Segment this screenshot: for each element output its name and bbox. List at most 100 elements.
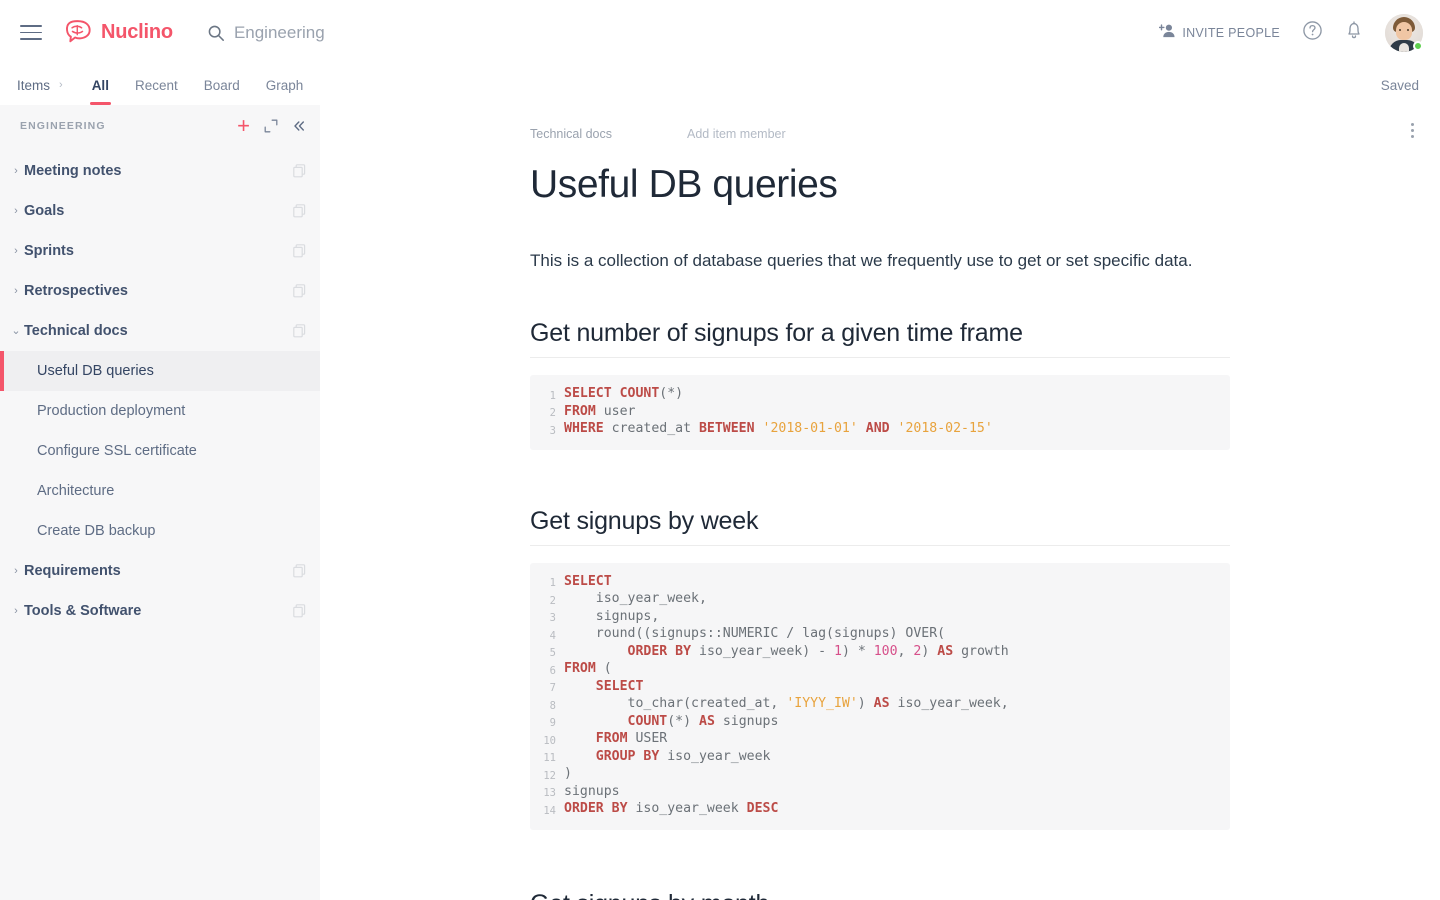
sidebar: ENGINEERING + ›Meeting notes ›Goals ›Spr… — [0, 105, 320, 900]
hamburger-menu-icon[interactable] — [20, 25, 42, 40]
tab-board[interactable]: Board — [191, 66, 253, 105]
sidebar-item-create-db-backup[interactable]: Create DB backup — [0, 511, 320, 551]
invite-people-button[interactable]: INVITE PEOPLE — [1159, 23, 1280, 43]
pages-icon[interactable] — [293, 564, 306, 578]
workspace-title: ENGINEERING — [20, 120, 106, 132]
notifications-button[interactable] — [1345, 20, 1363, 45]
code-line-text: COUNT(*) AS signups — [564, 714, 778, 732]
help-button[interactable] — [1302, 20, 1323, 46]
expand-icon[interactable] — [264, 119, 278, 133]
pages-icon[interactable] — [293, 204, 306, 218]
code-line-number: 9 — [530, 714, 564, 732]
app-logo[interactable]: Nuclino — [64, 20, 173, 46]
code-block[interactable]: 1SELECT COUNT(*)2FROM user3WHERE created… — [530, 375, 1230, 450]
tab-all-label: All — [92, 78, 109, 93]
sidebar-group-technical-docs[interactable]: ⌄Technical docs — [0, 311, 320, 351]
sidebar-group-label: Goals — [24, 203, 64, 219]
section-heading: Get signups by month — [530, 890, 1230, 900]
sidebar-group-meeting-notes[interactable]: ›Meeting notes — [0, 151, 320, 191]
sidebar-item-configure-ssl-certificate[interactable]: Configure SSL certificate — [0, 431, 320, 471]
tab-recent-label: Recent — [135, 78, 178, 93]
code-block[interactable]: 1SELECT2 iso_year_week,3 signups,4 round… — [530, 563, 1230, 830]
code-line-number: 11 — [530, 749, 564, 767]
chevron-right-icon[interactable]: › — [8, 606, 24, 617]
breadcrumb-items[interactable]: Items › — [17, 78, 63, 93]
code-line-number: 7 — [530, 679, 564, 697]
pages-icon[interactable] — [293, 324, 306, 338]
sidebar-group-label: Requirements — [24, 563, 121, 579]
code-line-text: to_char(created_at, 'IYYY_IW') AS iso_ye… — [564, 696, 1009, 714]
search-input-value[interactable]: Engineering — [234, 23, 325, 43]
document-sections: Get number of signups for a given time f… — [320, 319, 1440, 900]
code-line-number: 1 — [530, 574, 564, 592]
code-line: 8 to_char(created_at, 'IYYY_IW') AS iso_… — [530, 696, 1230, 714]
code-line-text: FROM USER — [564, 731, 667, 749]
more-vertical-icon[interactable] — [1407, 119, 1418, 142]
sidebar-group-label: Sprints — [24, 243, 74, 259]
tab-graph-label: Graph — [266, 78, 304, 93]
sidebar-group-retrospectives[interactable]: ›Retrospectives — [0, 271, 320, 311]
sidebar-item-architecture[interactable]: Architecture — [0, 471, 320, 511]
question-circle-icon — [1302, 20, 1323, 46]
plus-icon[interactable]: + — [237, 115, 250, 137]
code-line: 3WHERE created_at BETWEEN '2018-01-01' A… — [530, 421, 1230, 439]
sidebar-item-production-deployment[interactable]: Production deployment — [0, 391, 320, 431]
page-title: Useful DB queries — [320, 163, 1440, 208]
chevron-right-icon[interactable]: › — [8, 166, 24, 177]
sidebar-group-label: Meeting notes — [24, 163, 121, 179]
sidebar-item-label: Production deployment — [37, 403, 185, 419]
pages-icon[interactable] — [293, 604, 306, 618]
tab-recent[interactable]: Recent — [122, 66, 191, 105]
chevron-right-icon: › — [59, 79, 63, 91]
code-line: 6FROM ( — [530, 661, 1230, 679]
chevron-right-icon[interactable]: › — [8, 286, 24, 297]
add-person-icon — [1159, 23, 1176, 43]
document-meta: Technical docs Add item member — [320, 123, 1440, 145]
code-line-number: 5 — [530, 644, 564, 662]
sidebar-tree: ›Meeting notes ›Goals ›Sprints ›Retrospe… — [0, 147, 320, 631]
code-line-number: 2 — [530, 404, 564, 422]
code-line-text: iso_year_week, — [564, 591, 707, 609]
chevron-right-icon[interactable]: › — [8, 206, 24, 217]
top-bar: Nuclino Engineering INVITE PEOPLE — [0, 0, 1440, 65]
user-avatar-button[interactable] — [1385, 14, 1423, 52]
sidebar-item-label: Architecture — [37, 483, 114, 499]
pages-icon[interactable] — [293, 244, 306, 258]
code-line-text: FROM ( — [564, 661, 612, 679]
sidebar-group-requirements[interactable]: ›Requirements — [0, 551, 320, 591]
sidebar-actions: + — [237, 115, 306, 137]
sidebar-group-sprints[interactable]: ›Sprints — [0, 231, 320, 271]
code-line-text: signups — [564, 784, 620, 802]
tab-graph[interactable]: Graph — [253, 66, 317, 105]
sidebar-group-goals[interactable]: ›Goals — [0, 191, 320, 231]
sidebar-group-tools-software[interactable]: ›Tools & Software — [0, 591, 320, 631]
document-breadcrumb[interactable]: Technical docs — [530, 127, 612, 141]
tab-board-label: Board — [204, 78, 240, 93]
add-item-member-button[interactable]: Add item member — [687, 127, 786, 141]
code-line-text: WHERE created_at BETWEEN '2018-01-01' AN… — [564, 421, 993, 439]
collapse-sidebar-icon[interactable] — [292, 119, 306, 133]
invite-people-label: INVITE PEOPLE — [1182, 26, 1280, 40]
chevron-down-icon[interactable]: ⌄ — [8, 326, 24, 337]
main-content: Technical docs Add item member Useful DB… — [320, 105, 1440, 900]
tab-all[interactable]: All — [79, 66, 122, 105]
chevron-right-icon[interactable]: › — [8, 246, 24, 257]
pages-icon[interactable] — [293, 164, 306, 178]
code-line-number: 10 — [530, 731, 564, 749]
nuclino-brain-icon — [64, 20, 94, 46]
section-heading: Get signups by week — [530, 507, 1230, 546]
search-box[interactable]: Engineering — [207, 23, 325, 43]
chevron-right-icon[interactable]: › — [8, 566, 24, 577]
sidebar-item-useful-db-queries[interactable]: Useful DB queries — [0, 351, 320, 391]
pages-icon[interactable] — [293, 284, 306, 298]
sidebar-item-label: Useful DB queries — [37, 363, 154, 379]
code-line-number: 8 — [530, 696, 564, 714]
code-line-number: 3 — [530, 421, 564, 439]
section-get-signups-by-week: Get signups by week 1SELECT2 iso_year_wee… — [320, 507, 1440, 830]
code-line-number: 13 — [530, 784, 564, 802]
section-heading: Get number of signups for a given time f… — [530, 319, 1230, 358]
bell-icon — [1345, 20, 1363, 45]
section-get-signups-by-month: Get signups by month1SELECT2 iso_year_mo… — [320, 890, 1440, 900]
code-line-number: 12 — [530, 766, 564, 784]
code-line: 4 round((signups::NUMERIC / lag(signups)… — [530, 626, 1230, 644]
